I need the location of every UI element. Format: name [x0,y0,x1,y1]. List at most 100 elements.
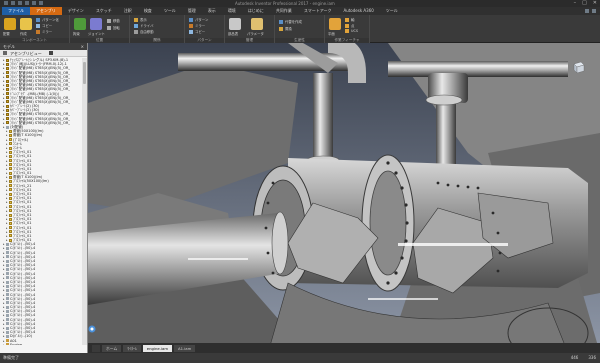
pattern2-button[interactable]: パターン [189,17,208,22]
expand-arrow-icon[interactable]: ▸ [3,125,5,129]
ribbon-tab-2[interactable]: デザイン [62,7,90,15]
browser-close-button[interactable]: × [81,43,84,50]
joint-icon[interactable] [90,18,102,30]
ribbon-tabs: ファイル アセンブリ デザイン スケッチ 注釈 検査 ツール 管理 表示 環境 はじめに 共同作業 スマ… [0,7,600,15]
home-icon[interactable] [48,51,53,55]
parameters-icon[interactable] [251,18,263,30]
ribbon-tab-8[interactable]: 表示 [202,7,222,15]
prt-icon [8,226,12,230]
ribbon-tab-9[interactable]: 環境 [222,7,242,15]
ucs-icon [345,29,349,33]
doc-tab-a1[interactable]: A1.iam [174,344,196,352]
ribbon-right-tools [585,9,600,13]
replace-button[interactable]: 置換 [279,26,292,31]
grp-icon [5,284,9,288]
help-icon[interactable] [592,9,596,13]
search-icon[interactable] [585,9,589,13]
pattern-icon [36,18,40,22]
place-button[interactable]: 配置 [3,31,10,36]
bom-icon[interactable] [229,18,241,30]
show-icon [134,18,138,22]
ribbon-tab-7[interactable]: 管理 [182,7,202,15]
close-button[interactable]: ✕ [593,0,597,7]
graphics-viewport[interactable] [88,43,600,353]
grp-icon [5,288,9,292]
joint-button[interactable]: ジョイント [88,31,105,36]
prt-icon [8,184,12,188]
viewcube-icon [573,61,585,74]
doc-tab-myhome[interactable]: ﾏｲﾎｰﾑ [123,344,141,352]
ribbon-panel: 配置 作成 パターン化 コピー ミラー コンポーネント 拘束 ジョイント 移動 … [0,15,600,43]
browser-scrollbar[interactable] [82,58,87,345]
axis-button[interactable]: 軸 [345,17,354,22]
grp-icon [5,255,9,259]
point-button[interactable]: 点 [345,23,354,28]
expand-arrow-icon[interactable]: ▸ [3,343,5,345]
move-button[interactable]: 移動 [107,18,120,23]
ribbon-tab-11[interactable]: 共同作業 [270,7,298,15]
pattern-button[interactable]: パターン化 [36,17,59,22]
ribbon-group-manage: 部品表 パラメータ 管理 [225,15,275,43]
free-move-icon [134,30,138,34]
create-component-icon[interactable] [20,18,32,30]
ribbon-tab-5[interactable]: 検査 [138,7,158,15]
ribbon-tab-3[interactable]: スケッチ [90,7,118,15]
rotate-button[interactable]: 回転 [107,25,120,30]
bom-button[interactable]: 部品表 [228,31,238,36]
navigation-bar-icon[interactable] [88,325,96,333]
undo-icon[interactable] [25,1,29,5]
copy-button[interactable]: コピー [36,23,52,28]
open-icon[interactable] [11,1,15,5]
mirror-button[interactable]: ミラー [36,29,52,34]
browser-title: モデル [3,44,15,49]
viewcube[interactable] [572,60,586,74]
expand-arrow-icon[interactable]: ▸ [6,238,8,242]
save-icon[interactable] [18,1,22,5]
ribbon-tab-14[interactable]: ツール [380,7,404,15]
asm-icon [5,117,9,121]
prt-icon [8,230,12,234]
show-button[interactable]: 表示 [134,17,147,22]
doc-tab-home[interactable]: ホーム [102,344,122,352]
ribbon-tab-4[interactable]: 注釈 [118,7,138,15]
place-component-icon[interactable] [4,18,16,30]
tree-item[interactable]: ▸ Engine [0,343,82,345]
parameters-button[interactable]: パラメータ [247,31,264,36]
ribbon-tab-10[interactable]: はじめに [242,7,270,15]
maximize-button[interactable]: □ [582,0,587,7]
copy2-button[interactable]: コピー [189,29,205,34]
prt-icon [8,234,12,238]
asm-icon [5,75,9,79]
browser-scroll-thumb[interactable] [83,62,86,84]
substitute-button[interactable]: 代替を作成 [279,19,302,24]
free-move-button[interactable]: 自由移動 [134,29,154,34]
prt-icon [8,159,12,163]
copy2-label: コピー [195,30,206,34]
doc-tab-engine[interactable]: engine.iam [142,344,173,352]
ribbon-tab-13[interactable]: Autodesk A360 [337,7,379,15]
redo-icon[interactable] [32,1,36,5]
grp-icon [5,251,9,255]
minimize-button[interactable]: – [574,0,577,7]
asm-icon [5,66,9,70]
home-icon[interactable] [39,1,43,5]
ribbon-tab-0[interactable]: ファイル [2,7,30,15]
constrain-icon[interactable] [74,18,86,30]
plane-icon[interactable] [329,18,341,30]
create-button[interactable]: 作成 [20,31,27,36]
prt-icon [8,209,12,213]
ribbon-tab-6[interactable]: ツール [158,7,182,15]
browser-view-label[interactable]: アセンブリビュー [10,50,42,57]
ribbon-tab-12[interactable]: スマートアーク [298,7,338,15]
drive-button[interactable]: ドライバ [134,23,154,28]
constrain-button[interactable]: 拘束 [73,31,80,36]
plane-button[interactable]: 平面 [328,31,335,36]
tab-list-icon[interactable] [92,344,100,352]
ribbon-tab-1[interactable]: アセンブリ [30,7,62,15]
filter-icon[interactable] [3,51,7,55]
mirror2-button[interactable]: ミラー [189,23,205,28]
asm-icon [5,79,9,83]
axis-label: 軸 [351,18,355,22]
new-icon[interactable] [4,1,8,5]
ucs-button[interactable]: UCS [345,29,358,33]
